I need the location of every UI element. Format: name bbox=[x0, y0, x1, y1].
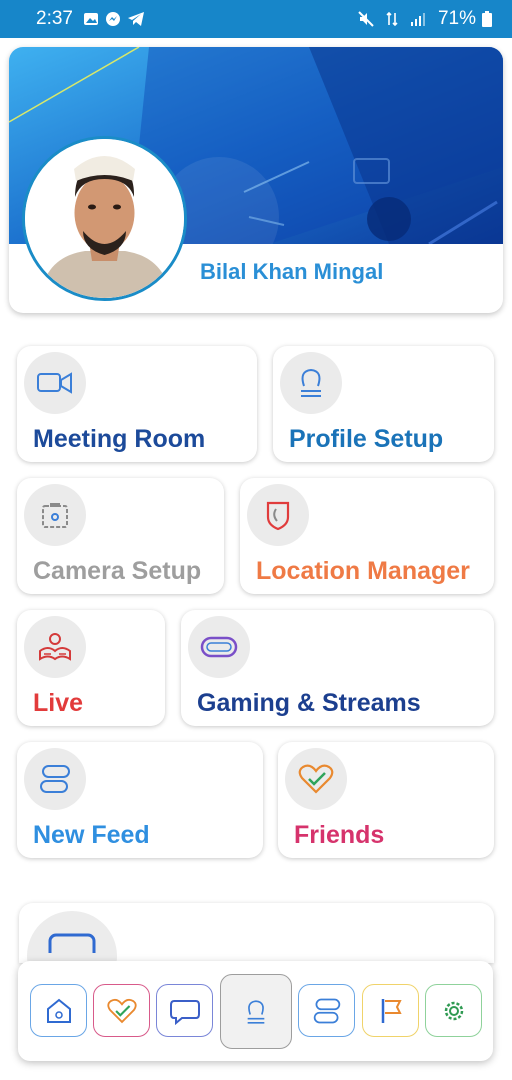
nav-profile-button[interactable] bbox=[220, 974, 292, 1049]
location-manager-label: Location Manager bbox=[256, 557, 470, 585]
messenger-icon bbox=[105, 11, 121, 27]
location-manager-tile[interactable]: Location Manager bbox=[240, 478, 494, 594]
nav-friends-button[interactable] bbox=[93, 984, 150, 1037]
new-feed-tile[interactable]: New Feed bbox=[17, 742, 263, 858]
camera-setup-tile[interactable]: Camera Setup bbox=[17, 478, 224, 594]
heart-check-icon bbox=[285, 748, 347, 810]
friends-label: Friends bbox=[294, 821, 385, 849]
bottom-nav bbox=[18, 961, 493, 1061]
gaming-streams-tile[interactable]: Gaming & Streams bbox=[181, 610, 494, 726]
camera-icon bbox=[24, 484, 86, 546]
live-reader-icon bbox=[24, 616, 86, 678]
new-feed-label: New Feed bbox=[33, 821, 150, 849]
feed-icon bbox=[313, 998, 340, 1023]
profile-name: Bilal Khan Mingal bbox=[200, 259, 384, 284]
nav-chat-button[interactable] bbox=[156, 984, 213, 1037]
chat-bubble-icon bbox=[169, 999, 200, 1025]
meeting-room-label: Meeting Room bbox=[33, 425, 206, 453]
data-transfer-icon bbox=[386, 11, 398, 27]
camera-setup-label: Camera Setup bbox=[33, 557, 202, 585]
friends-tile[interactable]: Friends bbox=[278, 742, 494, 858]
status-time: 2:37 bbox=[36, 8, 73, 29]
home-icon bbox=[46, 998, 71, 1023]
gallery-icon bbox=[83, 11, 99, 27]
live-tile[interactable]: Live bbox=[17, 610, 165, 726]
profile-setup-label: Profile Setup bbox=[289, 425, 444, 453]
mute-icon bbox=[358, 11, 374, 27]
heart-check-icon bbox=[106, 998, 137, 1023]
signal-icon bbox=[410, 12, 426, 26]
nav-flag-button[interactable] bbox=[362, 984, 419, 1037]
profile-icon bbox=[280, 352, 342, 414]
partial-tile-icon bbox=[27, 911, 117, 963]
settings-gear-icon bbox=[444, 1001, 463, 1020]
gamepad-icon bbox=[188, 616, 250, 678]
meeting-room-tile[interactable]: Meeting Room bbox=[17, 346, 257, 462]
nav-settings-button[interactable] bbox=[425, 984, 482, 1037]
profile-card[interactable]: Bilal Khan Mingal bbox=[9, 47, 503, 313]
status-bar: 2:37 71% bbox=[0, 0, 512, 38]
gaming-streams-label: Gaming & Streams bbox=[197, 689, 421, 717]
nav-feed-button[interactable] bbox=[298, 984, 355, 1037]
avatar[interactable] bbox=[22, 136, 187, 301]
battery-icon bbox=[482, 11, 492, 27]
feed-icon bbox=[24, 748, 86, 810]
profile-icon bbox=[247, 999, 265, 1024]
nav-home-button[interactable] bbox=[30, 984, 87, 1037]
flag-icon bbox=[381, 998, 402, 1023]
battery-percent: 71% bbox=[437, 8, 476, 29]
partial-tile[interactable] bbox=[19, 903, 494, 963]
live-label: Live bbox=[33, 689, 84, 717]
profile-setup-tile[interactable]: Profile Setup bbox=[273, 346, 494, 462]
video-camera-icon bbox=[24, 352, 86, 414]
location-icon bbox=[247, 484, 309, 546]
telegram-icon bbox=[127, 11, 145, 27]
